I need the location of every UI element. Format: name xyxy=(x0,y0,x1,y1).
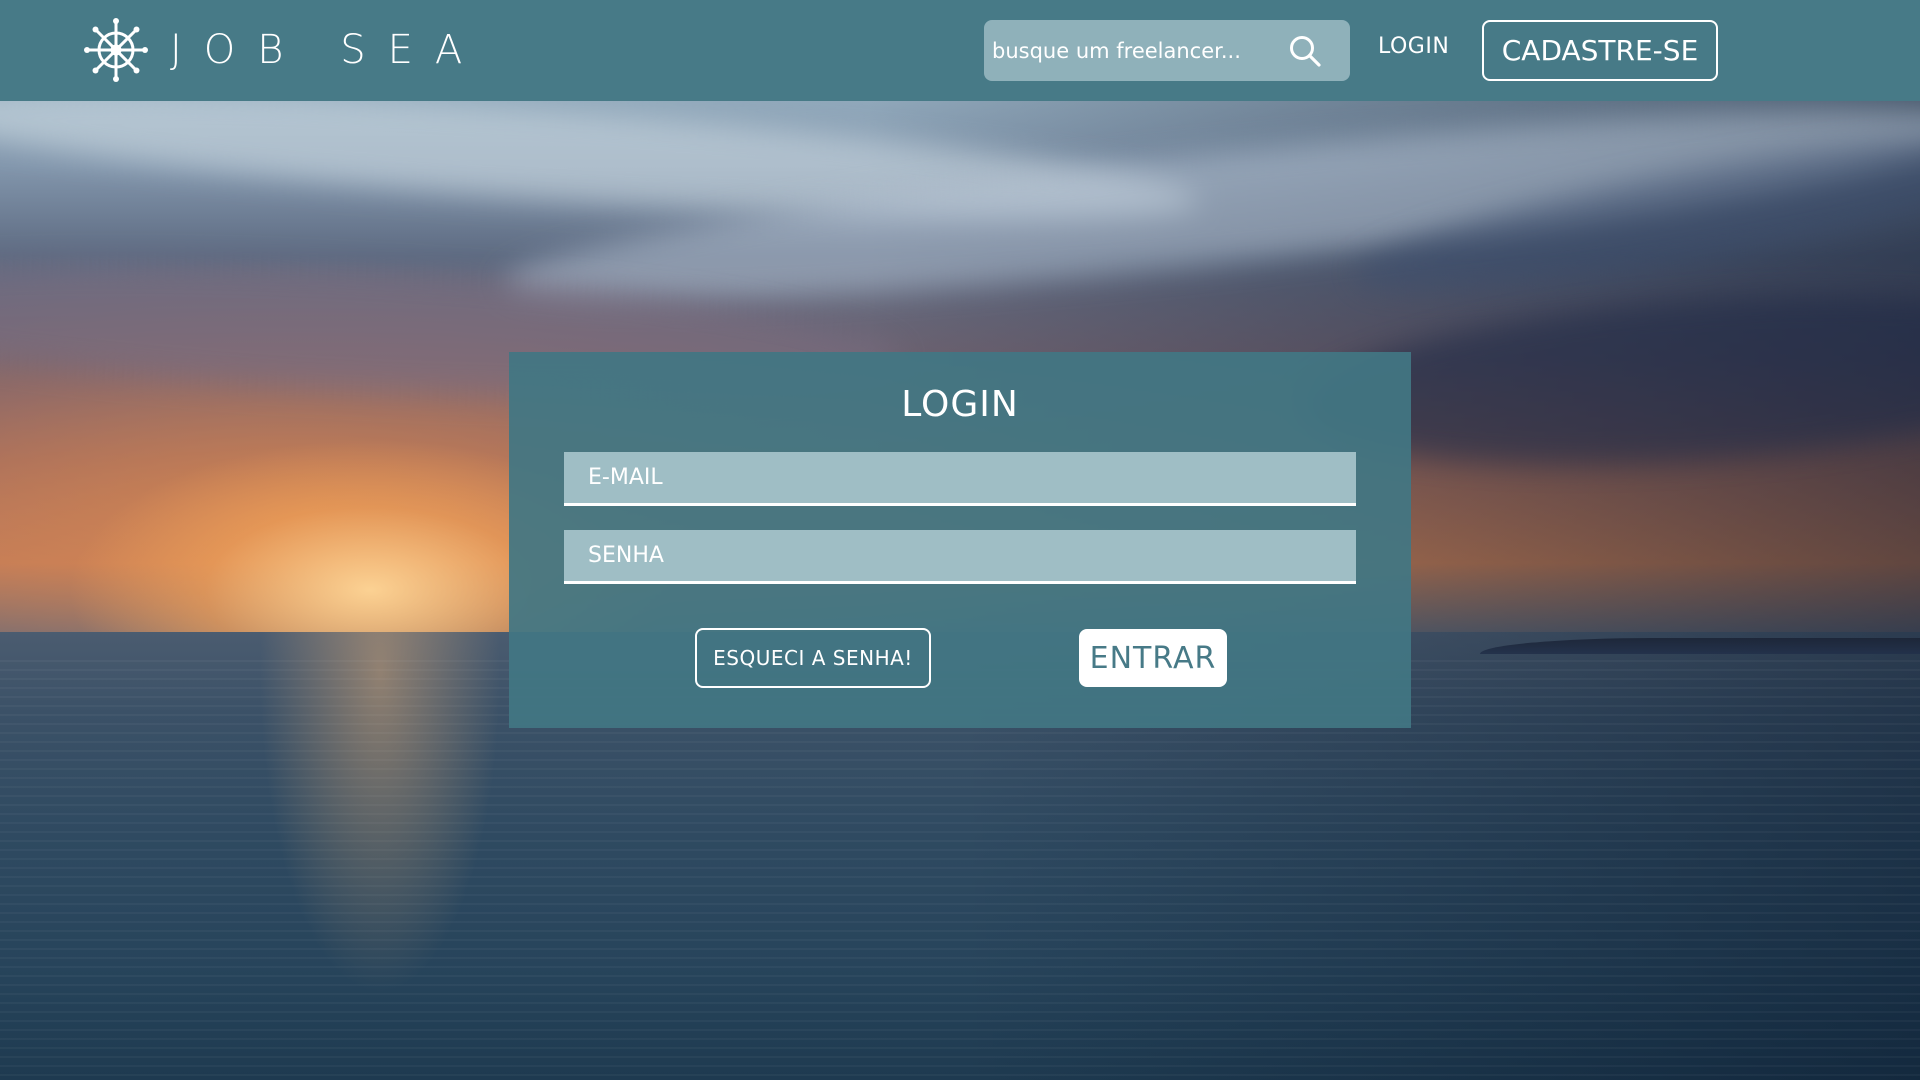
brand-logo[interactable]: JOB SEA xyxy=(84,18,484,82)
search-bar xyxy=(984,20,1350,81)
email-field[interactable] xyxy=(564,452,1356,506)
password-field[interactable] xyxy=(564,530,1356,584)
search-input[interactable] xyxy=(984,20,1288,81)
login-card: LOGIN ESQUECI A SENHA! ENTRAR xyxy=(509,352,1411,728)
brand-name: JOB SEA xyxy=(170,27,485,73)
top-navbar: JOB SEA LOGIN CADASTRE-SE xyxy=(0,0,1920,101)
ship-wheel-icon xyxy=(84,18,148,82)
login-submit-button[interactable]: ENTRAR xyxy=(1079,629,1227,687)
nav-login-link[interactable]: LOGIN xyxy=(1378,34,1449,59)
signup-button[interactable]: CADASTRE-SE xyxy=(1482,20,1718,81)
search-icon[interactable] xyxy=(1288,34,1322,68)
forgot-password-button[interactable]: ESQUECI A SENHA! xyxy=(695,628,931,688)
login-title: LOGIN xyxy=(901,384,1019,425)
